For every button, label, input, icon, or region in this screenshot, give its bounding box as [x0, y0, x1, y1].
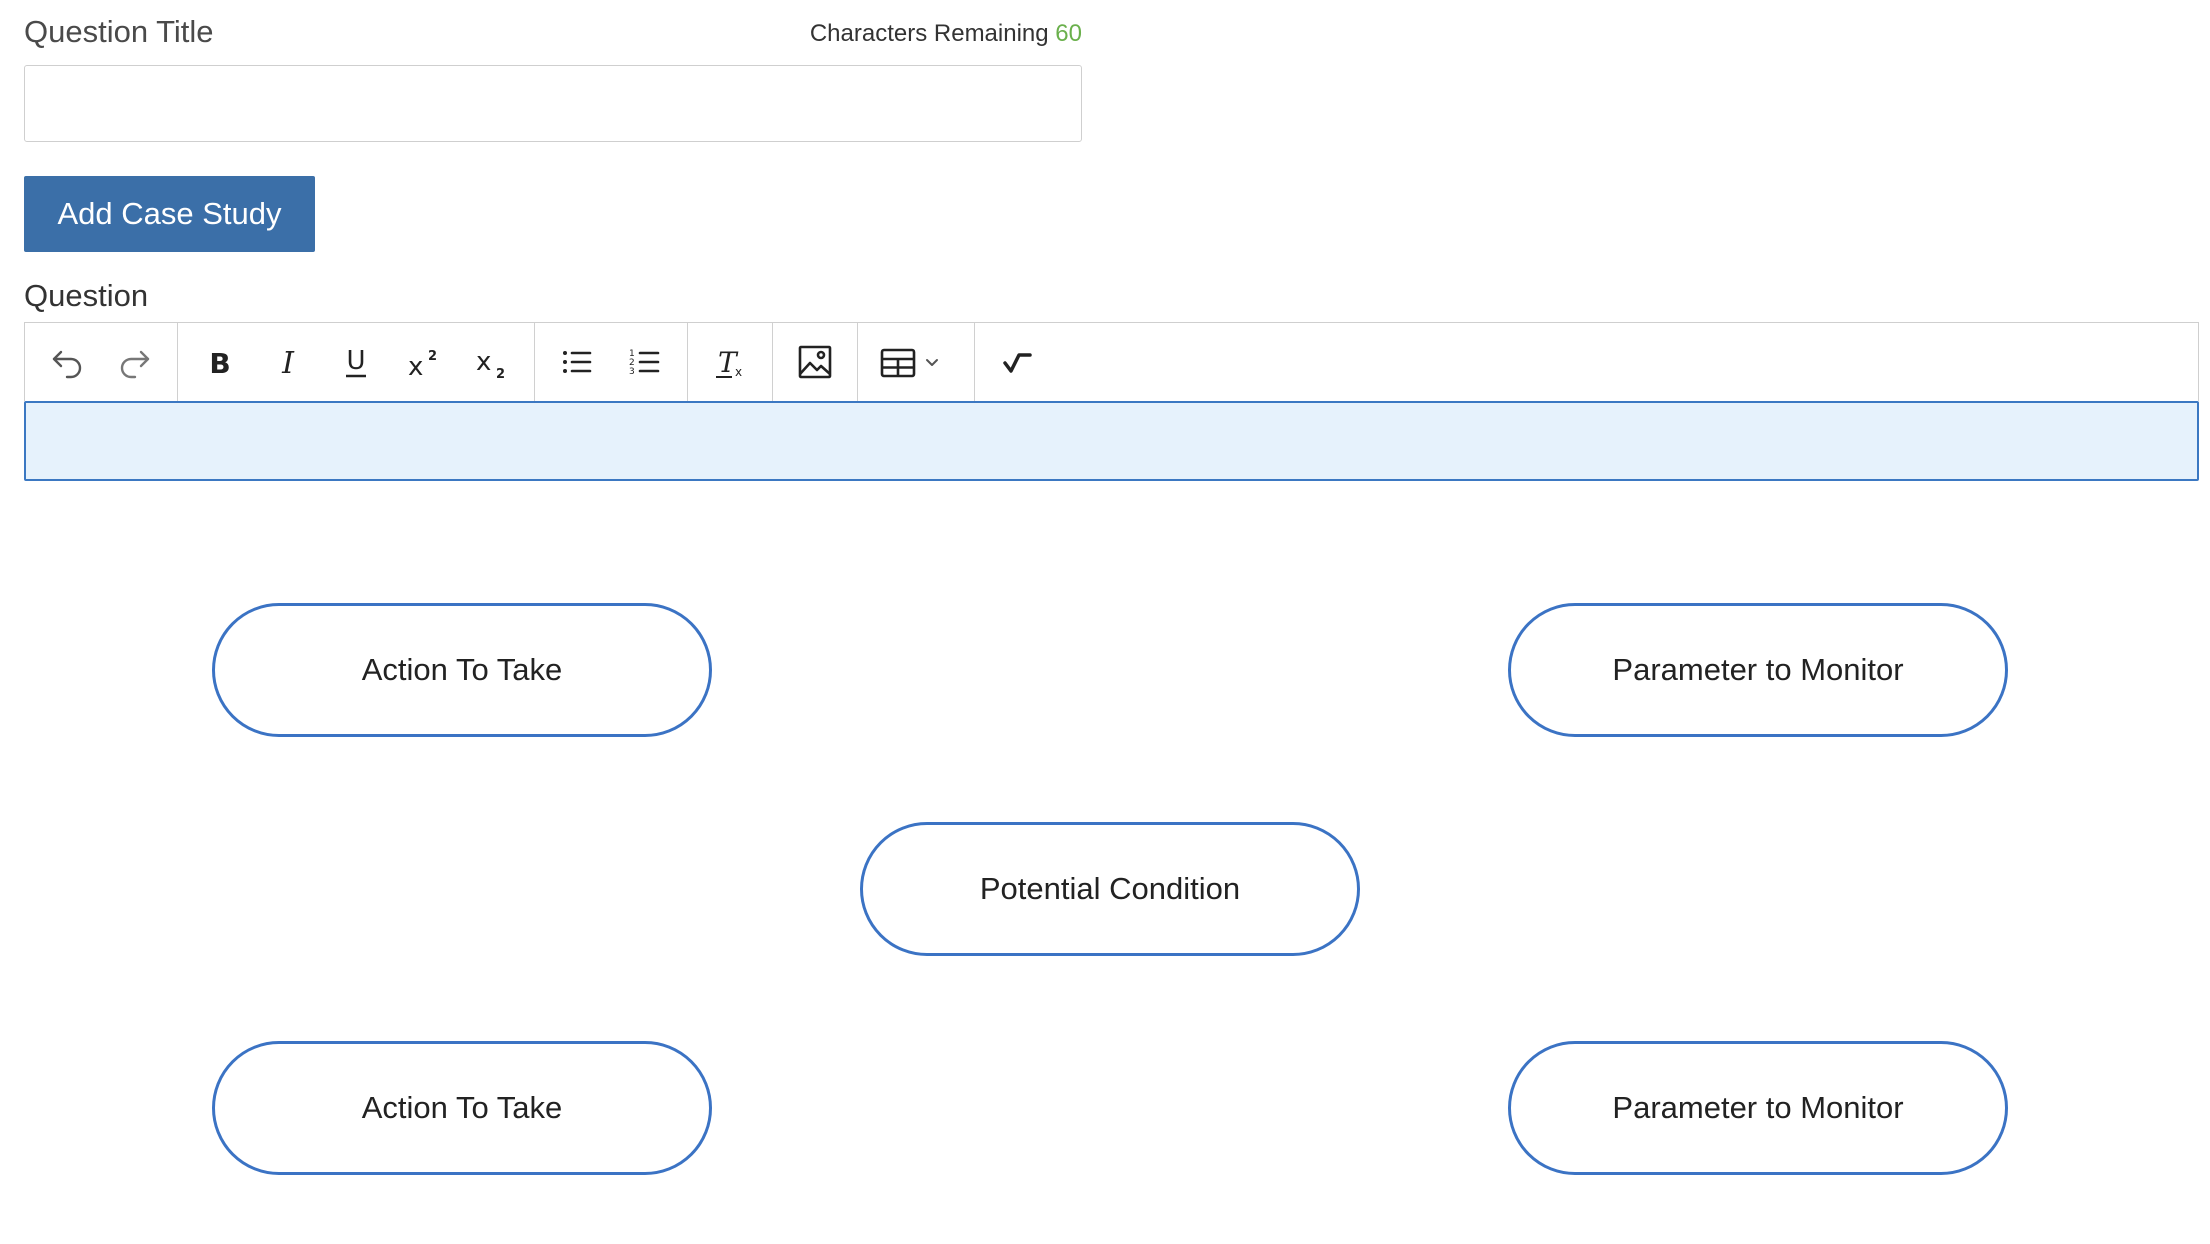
question-title-label: Question Title	[24, 14, 214, 49]
clear-format-icon: T x	[716, 346, 742, 379]
question-label: Question	[24, 278, 149, 313]
table-icon	[880, 348, 938, 378]
editor-toolbar: B I U x 2 x 2 1 2 3 T x	[24, 322, 2199, 401]
question-title-input[interactable]	[24, 65, 1082, 142]
math-button[interactable]	[983, 332, 1051, 392]
subscript-icon: x 2	[476, 347, 505, 382]
math-icon	[1003, 353, 1032, 373]
text-style-group: B I U x 2 x 2	[178, 323, 535, 401]
table-group	[858, 323, 975, 401]
question-editor-page: Question Title Characters Remaining 60 A…	[0, 0, 2210, 1244]
insert-image-button[interactable]	[781, 332, 849, 392]
svg-text:x: x	[476, 347, 491, 377]
italic-icon: I	[281, 346, 295, 381]
undo-button[interactable]	[33, 332, 101, 392]
history-group	[25, 323, 178, 401]
characters-remaining-label: Characters Remaining	[809, 20, 1049, 47]
svg-text:3: 3	[629, 367, 635, 377]
superscript-button[interactable]: x 2	[390, 332, 458, 392]
bullet-list-button[interactable]	[543, 332, 611, 392]
italic-button[interactable]: I	[254, 332, 322, 392]
math-group	[975, 323, 1059, 401]
characters-remaining-count: 60	[1055, 20, 1082, 47]
svg-text:B: B	[209, 347, 230, 380]
diagram-node-action-to-take[interactable]: Action To Take	[212, 1041, 712, 1175]
subscript-button[interactable]: x 2	[458, 332, 526, 392]
diagram-node-parameter-to-monitor[interactable]: Parameter to Monitor	[1508, 603, 2008, 737]
svg-text:x: x	[735, 365, 742, 379]
list-group: 1 2 3	[535, 323, 688, 401]
underline-button[interactable]: U	[322, 332, 390, 392]
diagram-node-parameter-to-monitor[interactable]: Parameter to Monitor	[1508, 1041, 2008, 1175]
redo-button[interactable]	[101, 332, 169, 392]
clear-group: T x	[688, 323, 773, 401]
superscript-icon: x 2	[408, 349, 437, 382]
question-editor-area[interactable]	[24, 401, 2199, 481]
undo-icon	[52, 350, 82, 379]
insert-table-button[interactable]	[866, 332, 966, 392]
underline-icon: U	[346, 346, 366, 378]
diagram-node-action-to-take[interactable]: Action To Take	[212, 603, 712, 737]
add-case-study-button[interactable]: Add Case Study	[24, 176, 315, 252]
svg-text:2: 2	[496, 367, 505, 382]
bold-icon: B	[209, 347, 230, 380]
svg-text:I: I	[281, 346, 295, 381]
characters-remaining: Characters Remaining 60	[560, 20, 1082, 48]
clear-format-button[interactable]: T x	[696, 332, 764, 392]
svg-text:x: x	[408, 352, 423, 382]
numbered-list-icon: 1 2 3	[629, 349, 660, 377]
bullet-list-icon	[563, 351, 592, 373]
svg-text:2: 2	[428, 349, 437, 364]
diagram-node-potential-condition[interactable]: Potential Condition	[860, 822, 1360, 956]
svg-text:U: U	[346, 346, 365, 376]
numbered-list-button[interactable]: 1 2 3	[611, 332, 679, 392]
image-icon	[798, 345, 832, 379]
redo-icon	[120, 350, 150, 379]
bold-button[interactable]: B	[186, 332, 254, 392]
image-group	[773, 323, 858, 401]
